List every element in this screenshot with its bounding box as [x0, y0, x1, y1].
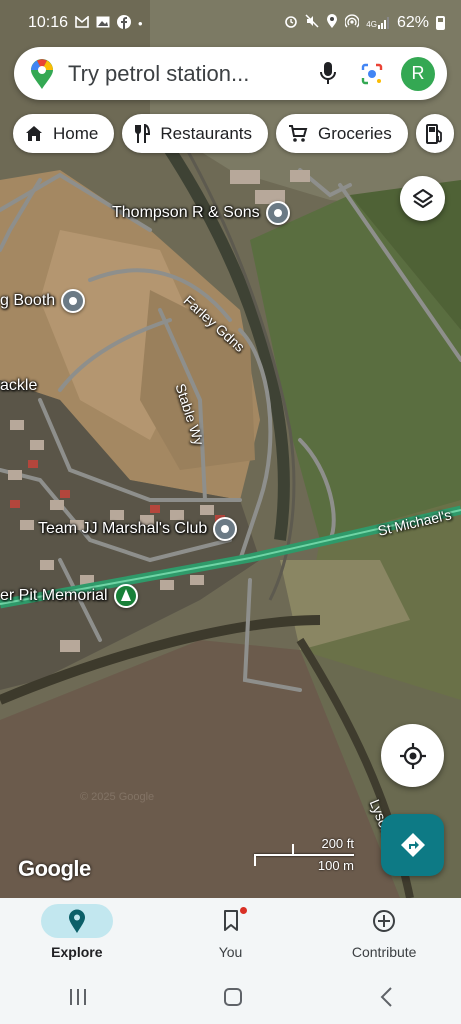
chip-home[interactable]: Home — [13, 114, 115, 153]
alarm-icon — [284, 14, 298, 33]
tab-label: Contribute — [351, 944, 417, 960]
gallery-icon — [96, 16, 110, 30]
category-chips: Home Restaurants Groceries — [13, 114, 454, 153]
tab-you[interactable]: You — [154, 898, 308, 974]
place-ackle[interactable]: ackle — [0, 377, 37, 395]
place-booth[interactable]: g Booth — [0, 289, 86, 313]
maps-logo-icon — [30, 58, 54, 89]
chip-label: Home — [53, 123, 99, 143]
home-square-icon — [224, 987, 243, 1006]
cart-icon — [289, 124, 308, 142]
tab-label: Explore — [51, 944, 103, 960]
explore-pin-icon — [40, 904, 113, 938]
gmail-icon — [75, 15, 89, 30]
place-pin-icon — [213, 517, 238, 541]
scale-metric: 100 m — [317, 858, 354, 873]
microphone-icon[interactable] — [311, 57, 345, 91]
avatar[interactable]: R — [401, 56, 435, 91]
place-team-jj-marshals[interactable]: Team JJ Marshal's Club — [38, 517, 238, 541]
dot-icon: • — [138, 15, 143, 31]
place-label: Team JJ Marshal's Club — [38, 520, 208, 537]
fuel-icon — [425, 123, 442, 144]
status-time: 10:16 — [28, 14, 69, 31]
place-pin-icon — [61, 289, 86, 313]
place-pit-memorial[interactable]: er Pit Memorial — [0, 584, 138, 608]
place-label: Thompson R & Sons — [112, 204, 260, 221]
place-thompson[interactable]: Thompson R & Sons — [112, 201, 290, 225]
layers-button[interactable] — [400, 176, 445, 221]
restaurant-icon — [135, 123, 151, 143]
chip-groceries[interactable]: Groceries — [276, 114, 408, 153]
map-watermark: © 2025 Google — [80, 791, 154, 803]
status-bar: 10:16 • 4G 62% — [0, 0, 461, 46]
mute-icon — [305, 13, 319, 33]
hotspot-icon — [344, 13, 360, 33]
bookmark-icon — [195, 904, 267, 938]
recent-apps-button[interactable] — [68, 988, 88, 1011]
chip-label: Restaurants — [160, 123, 253, 143]
add-circle-icon — [348, 904, 420, 938]
place-label: er Pit Memorial — [0, 587, 108, 604]
place-pin-icon — [265, 201, 290, 225]
tab-label: You — [218, 944, 243, 960]
tab-explore[interactable]: Explore — [0, 898, 154, 974]
battery-percent: 62% — [396, 14, 429, 31]
place-label: g Booth — [0, 292, 56, 309]
google-attribution: Google — [18, 856, 91, 881]
back-chevron-icon — [380, 986, 392, 1007]
chip-fuel[interactable] — [415, 114, 454, 153]
bottom-navigation: Explore You Contribute — [0, 898, 461, 974]
facebook-icon — [117, 15, 132, 31]
place-label: ackle — [0, 377, 38, 394]
chip-label: Groceries — [318, 123, 392, 143]
search-bar[interactable]: Try petrol station... R — [14, 47, 447, 100]
battery-icon — [436, 16, 445, 30]
crosshair-icon — [399, 742, 426, 769]
park-tree-icon — [113, 584, 138, 608]
home-nav-button[interactable] — [223, 987, 243, 1012]
back-button[interactable] — [379, 986, 393, 1012]
location-icon — [326, 13, 338, 33]
scale-bar: 200 ft 100 m — [254, 836, 356, 876]
my-location-button[interactable] — [381, 724, 444, 787]
layers-icon — [412, 188, 433, 208]
directions-button[interactable] — [381, 814, 444, 876]
chip-restaurants[interactable]: Restaurants — [122, 114, 269, 153]
system-navigation-bar — [0, 974, 461, 1024]
lens-icon[interactable] — [355, 57, 389, 91]
notification-badge — [239, 907, 247, 914]
scale-imperial: 200 ft — [321, 836, 354, 851]
network-label: 4G — [366, 20, 377, 29]
tab-contribute[interactable]: Contribute — [307, 898, 461, 974]
recent-apps-icon — [69, 988, 86, 1005]
search-input[interactable]: Try petrol station... — [68, 61, 301, 87]
4g-signal-icon: 4G — [366, 17, 390, 29]
home-icon — [26, 126, 42, 141]
directions-icon — [400, 833, 425, 857]
